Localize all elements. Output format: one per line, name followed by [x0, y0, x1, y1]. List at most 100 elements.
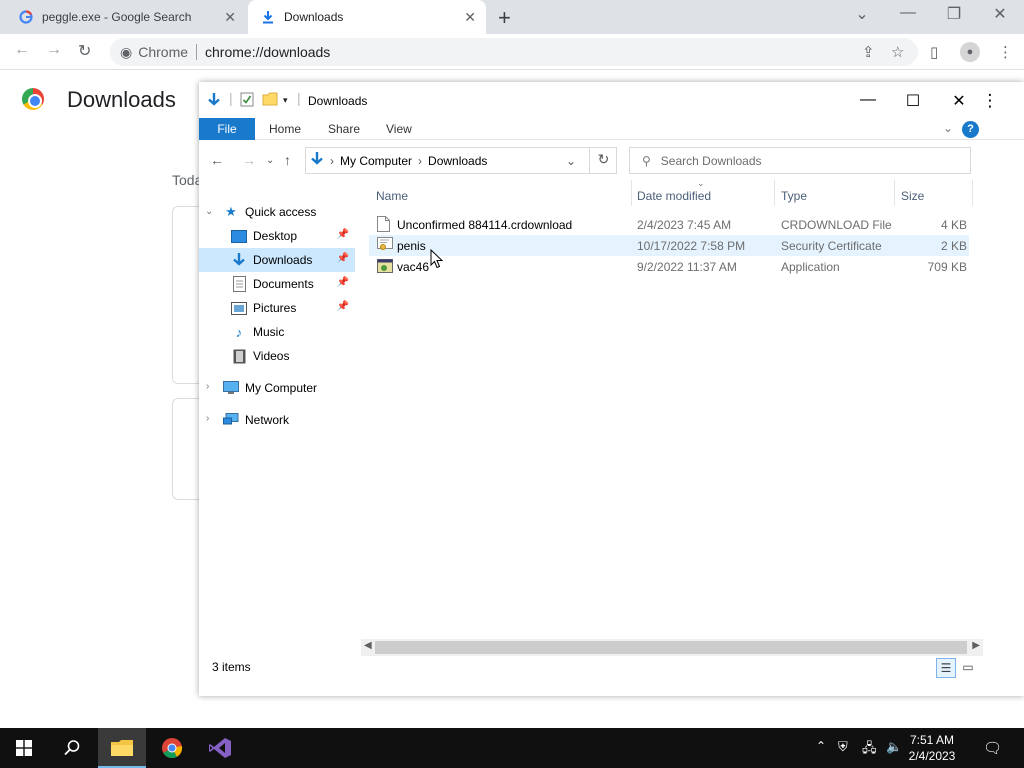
column-header-date[interactable]: Date modified — [637, 189, 711, 215]
chrome-tabstrip: peggle.exe - Google Search ✕ Downloads ✕… — [0, 0, 1024, 34]
up-arrow-icon[interactable]: ↑ — [284, 152, 291, 168]
restore-icon[interactable]: ❐ — [934, 4, 974, 24]
column-divider[interactable] — [972, 180, 973, 206]
nav-network[interactable]: Network — [199, 408, 355, 432]
computer-icon — [223, 380, 239, 396]
nav-quick-access[interactable]: ★ Quick access — [199, 200, 355, 224]
ribbon-view-tab[interactable]: View — [386, 122, 412, 136]
nav-item-music[interactable]: ♪ Music — [199, 320, 355, 344]
nav-my-computer[interactable]: My Computer — [199, 376, 355, 400]
tab-google-search[interactable]: peggle.exe - Google Search ✕ — [0, 0, 246, 34]
properties-check-icon[interactable] — [240, 92, 254, 110]
search-input[interactable]: ⚲ Search Downloads — [629, 147, 971, 174]
qat-dropdown-icon[interactable]: ▾ — [283, 95, 288, 106]
nav-label: Pictures — [253, 301, 297, 315]
file-row[interactable]: vac46 9/2/2022 11:37 AM Application 709 … — [369, 256, 969, 277]
address-bar[interactable]: › My Computer › Downloads ⌄ — [305, 147, 617, 174]
close-window-icon[interactable]: ✕ — [944, 91, 974, 111]
omnibox-url: chrome://downloads — [205, 44, 331, 60]
back-arrow-icon[interactable]: ← — [14, 41, 30, 59]
notifications-icon[interactable]: 🗨 — [983, 739, 1002, 757]
column-header-size[interactable]: Size — [901, 189, 924, 215]
ribbon-share-tab[interactable]: Share — [328, 122, 360, 136]
volume-icon[interactable]: 🔈 — [886, 739, 902, 755]
reload-icon[interactable]: ↻ — [78, 41, 91, 61]
taskbar-chrome[interactable] — [148, 728, 196, 768]
scroll-left-arrow-icon[interactable]: ◀ — [364, 640, 372, 651]
omnibox[interactable]: ◉ Chrome chrome://downloads — [110, 38, 918, 66]
forward-arrow-icon[interactable]: → — [242, 152, 256, 168]
horizontal-scrollbar[interactable]: ◀ ▶ — [361, 639, 983, 656]
refresh-icon[interactable]: ↻ — [589, 147, 617, 174]
search-button[interactable] — [48, 728, 96, 768]
file-size: 4 KB — [940, 218, 967, 232]
network-icon[interactable]: 🖧 — [862, 739, 877, 761]
download-arrow-icon — [231, 252, 247, 268]
maximize-icon[interactable]: ☐ — [898, 91, 928, 111]
security-shield-icon[interactable]: ⛨ — [838, 739, 848, 755]
clock-time: 7:51 AM — [909, 733, 955, 747]
close-icon[interactable]: ✕ — [224, 9, 236, 26]
breadcrumb-my-computer[interactable]: My Computer — [340, 154, 412, 168]
file-row[interactable]: Unconfirmed 884114.crdownload 2/4/2023 7… — [369, 214, 969, 235]
column-divider[interactable] — [774, 180, 775, 206]
profile-avatar-icon[interactable]: ● — [960, 42, 980, 62]
nav-item-documents[interactable]: Documents 📌 — [199, 272, 355, 296]
ribbon-home-tab[interactable]: Home — [269, 122, 301, 136]
expand-ribbon-chevron-icon[interactable]: ⌄ — [943, 121, 953, 135]
download-arrow-icon — [310, 151, 324, 170]
side-panel-icon[interactable]: ▯ — [930, 43, 938, 61]
taskbar-clock[interactable]: 7:51 AM 2/4/2023 — [906, 732, 958, 764]
ribbon-file-tab[interactable]: File — [199, 118, 255, 140]
mouse-cursor-icon — [430, 249, 444, 269]
tab-title: Downloads — [284, 10, 344, 24]
breadcrumb-downloads[interactable]: Downloads — [428, 154, 487, 168]
breadcrumb-chevron-icon[interactable]: › — [330, 154, 334, 168]
download-arrow-icon — [260, 9, 276, 25]
new-tab-plus-icon[interactable]: + — [498, 5, 511, 31]
omnibox-scheme-label: Chrome — [138, 44, 198, 60]
nav-item-desktop[interactable]: Desktop 📌 — [199, 224, 355, 248]
clock-date: 2/4/2023 — [908, 749, 956, 763]
certificate-icon — [377, 237, 393, 253]
close-icon[interactable]: ✕ — [464, 9, 476, 26]
nav-item-pictures[interactable]: Pictures 📌 — [199, 296, 355, 320]
new-folder-icon[interactable] — [262, 92, 278, 109]
taskbar-visual-studio[interactable] — [196, 728, 244, 768]
nav-label: Videos — [253, 349, 290, 363]
tab-search-chevron-icon[interactable]: ⌄ — [842, 4, 882, 24]
minimize-icon[interactable]: — — [888, 4, 928, 22]
star-bookmark-icon[interactable]: ☆ — [891, 43, 904, 61]
address-dropdown-chevron-icon[interactable]: ⌄ — [566, 154, 576, 168]
forward-arrow-icon[interactable]: → — [46, 41, 62, 59]
column-divider[interactable] — [894, 180, 895, 206]
details-view-icon[interactable]: ☰ — [936, 658, 956, 678]
menu-kebab-icon[interactable]: ⋮ — [998, 43, 1013, 61]
nav-item-videos[interactable]: Videos — [199, 344, 355, 368]
share-icon[interactable]: ⇪ — [862, 43, 875, 61]
minimize-icon[interactable]: — — [853, 91, 883, 109]
back-arrow-icon[interactable]: ← — [210, 152, 224, 168]
nav-label: Documents — [253, 277, 314, 291]
large-icons-view-icon[interactable]: ▭ — [958, 658, 978, 678]
start-button[interactable] — [0, 728, 48, 768]
nav-label: My Computer — [245, 381, 318, 395]
nav-item-downloads[interactable]: Downloads 📌 — [199, 248, 355, 272]
recent-locations-chevron-icon[interactable]: ⌄ — [266, 155, 274, 166]
nav-label: Downloads — [253, 253, 313, 267]
breadcrumb-chevron-icon[interactable]: › — [418, 154, 422, 168]
tab-downloads[interactable]: Downloads ✕ — [248, 0, 486, 34]
close-window-icon[interactable]: ✕ — [980, 4, 1020, 24]
download-arrow-icon — [207, 92, 221, 111]
scroll-right-arrow-icon[interactable]: ▶ — [972, 640, 980, 651]
search-icon — [64, 740, 80, 756]
column-header-type[interactable]: Type — [781, 189, 807, 215]
column-header-name[interactable]: Name — [376, 189, 408, 215]
taskbar-file-explorer[interactable] — [98, 728, 146, 768]
scrollbar-thumb[interactable] — [375, 641, 967, 654]
file-row[interactable]: penis 10/17/2022 7:58 PM Security Certif… — [369, 235, 969, 256]
column-divider[interactable] — [631, 180, 632, 206]
menu-kebab-icon[interactable]: ⋮ — [975, 91, 1005, 111]
help-icon[interactable]: ? — [962, 121, 979, 138]
show-hidden-icons-chevron-icon[interactable]: ⌃ — [816, 739, 826, 753]
